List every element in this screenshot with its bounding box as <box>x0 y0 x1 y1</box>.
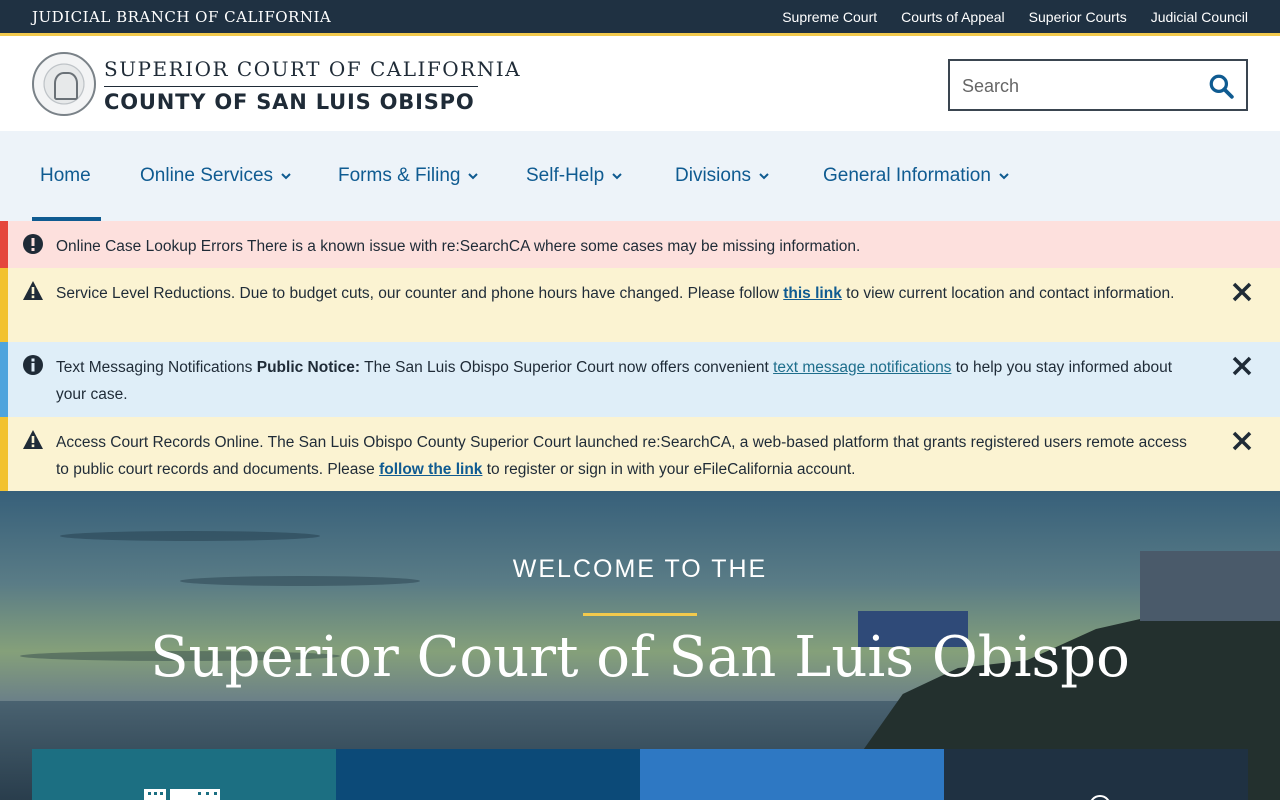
nav-item-label: Self-Help <box>526 165 605 186</box>
alert-text: Text Messaging Notifications Public Noti… <box>56 354 1190 408</box>
alert-text-part: to register or sign in with your eFileCa… <box>482 461 856 478</box>
close-icon[interactable] <box>1230 354 1254 378</box>
nav-item-general-information[interactable]: General Information <box>823 131 1009 221</box>
nav-item-online-services[interactable]: Online Services <box>140 131 291 221</box>
quick-link-card-4[interactable] <box>944 749 1248 800</box>
alert-text-part: Service Level Reductions. Due to budget … <box>56 285 784 302</box>
judicial-council-link[interactable]: Judicial Council <box>1151 9 1248 25</box>
alert-title: Text Messaging Notifications <box>56 359 257 376</box>
hero-welcome-text: WELCOME TO THE <box>512 555 768 583</box>
info-circle-icon <box>23 355 43 375</box>
nav-item-label: Forms & Filing <box>338 165 461 186</box>
follow-the-link[interactable]: follow the link <box>379 461 482 478</box>
alert-text-part: The San Luis Obispo Superior Court now o… <box>360 359 774 376</box>
search-box <box>948 59 1248 111</box>
alert-text-messaging: Text Messaging Notifications Public Noti… <box>0 342 1280 417</box>
hero-headline: Superior Court of San Luis Obispo <box>150 625 1130 690</box>
nav-item-forms-filing[interactable]: Forms & Filing <box>338 131 479 221</box>
nav-item-label: Home <box>40 165 91 186</box>
hero-cloud <box>60 531 320 541</box>
quick-link-card-3[interactable] <box>640 749 944 800</box>
alert-case-lookup-errors: Online Case Lookup Errors There is a kno… <box>0 221 1280 268</box>
this-link[interactable]: this link <box>783 285 842 302</box>
alert-text: Online Case Lookup Errors There is a kno… <box>56 238 861 255</box>
title-divider <box>104 86 478 87</box>
chevron-down-icon <box>612 173 622 180</box>
exclamation-circle-icon <box>23 234 43 254</box>
courts-of-appeal-link[interactable]: Courts of Appeal <box>901 9 1005 25</box>
hero-divider <box>583 613 697 616</box>
alert-text: Service Level Reductions. Due to budget … <box>56 280 1190 307</box>
nav-item-label: General Information <box>823 165 991 186</box>
close-icon[interactable] <box>1230 429 1254 453</box>
quick-link-card-1[interactable] <box>32 749 336 800</box>
site-title-line1[interactable]: SUPERIOR COURT OF CALIFORNIA <box>104 57 521 81</box>
circle-icon <box>1089 795 1111 800</box>
supreme-court-link[interactable]: Supreme Court <box>782 9 877 25</box>
main-nav: Home Online Services Forms & Filing Self… <box>0 131 1280 221</box>
chevron-down-icon <box>468 173 479 180</box>
nav-item-self-help[interactable]: Self-Help <box>526 131 622 221</box>
public-notice-label: Public Notice: <box>256 359 361 376</box>
alert-access-court-records: Access Court Records Online. The San Lui… <box>0 417 1280 491</box>
alert-service-level-reductions: Service Level Reductions. Due to budget … <box>0 268 1280 342</box>
chevron-down-icon <box>759 173 769 180</box>
site-title-line2[interactable]: COUNTY OF SAN LUIS OBISPO <box>104 90 474 114</box>
alert-text: Access Court Records Online. The San Lui… <box>56 429 1190 483</box>
building-icon <box>144 789 220 800</box>
close-icon[interactable] <box>1230 280 1254 304</box>
nav-item-label: Divisions <box>675 165 752 186</box>
search-input[interactable] <box>962 72 1202 100</box>
judicial-branch-label: JUDICIAL BRANCH OF CALIFORNIA <box>32 8 332 26</box>
nav-item-label: Online Services <box>140 165 274 186</box>
utility-bar: JUDICIAL BRANCH OF CALIFORNIA Supreme Co… <box>0 0 1280 36</box>
warning-triangle-icon <box>23 281 43 300</box>
court-seal-logo[interactable] <box>32 52 96 116</box>
nav-item-divisions[interactable]: Divisions <box>675 131 769 221</box>
site-header: SUPERIOR COURT OF CALIFORNIA COUNTY OF S… <box>0 39 1280 131</box>
chevron-down-icon <box>999 173 1009 180</box>
search-icon[interactable] <box>1208 73 1234 99</box>
chevron-down-icon <box>281 173 291 180</box>
nav-item-home[interactable]: Home <box>32 131 101 221</box>
quick-link-card-2[interactable] <box>336 749 640 800</box>
text-message-notifications-link[interactable]: text message notifications <box>773 359 951 376</box>
alert-text-part: to view current location and contact inf… <box>841 285 1175 302</box>
warning-triangle-icon <box>23 430 43 449</box>
utility-links: Supreme Court Courts of Appeal Superior … <box>782 9 1248 25</box>
superior-courts-link[interactable]: Superior Courts <box>1029 9 1127 25</box>
